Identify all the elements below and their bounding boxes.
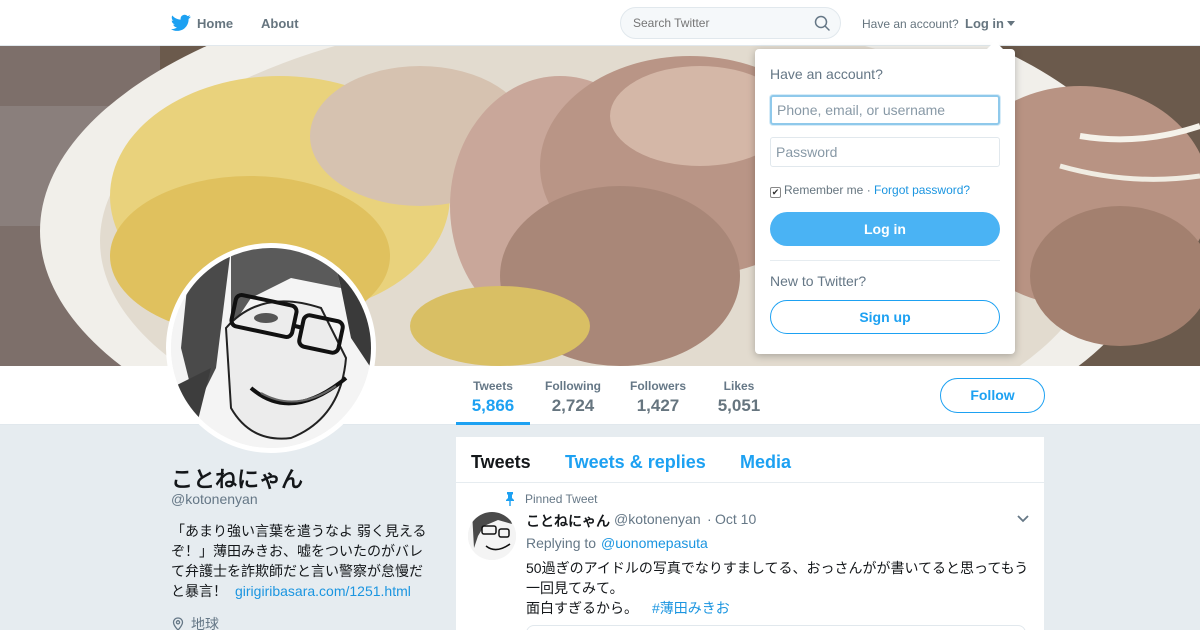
tweet-text-line: 面白すぎるから。 #薄田みきお [526,598,1041,618]
tweet-avatar[interactable] [468,512,516,560]
replying-to-label: Replying to [526,535,597,551]
bio-link[interactable]: girigiribasara.com/1251.html [235,583,411,599]
tweet-author-name[interactable]: ことねにゃん [526,511,610,531]
login-dropdown-toggle[interactable]: Log in [965,16,1015,31]
tweet-media-preview[interactable] [526,625,1026,630]
avatar-illustration [171,248,371,448]
remember-row: ✔ Remember me · Forgot password? [770,183,970,198]
password-field[interactable] [770,137,1000,167]
pinned-tweet-label: Pinned Tweet [525,492,598,506]
chevron-down-icon [1007,21,1015,26]
avatar[interactable] [166,243,376,453]
search-icon[interactable] [814,15,830,31]
stat-value: 2,724 [551,396,595,415]
stat-label: Likes [723,379,755,393]
tab-tweets-replies[interactable]: Tweets & replies [565,452,706,473]
twitter-bird-icon[interactable] [171,14,191,32]
tweet-separator: · [707,511,712,527]
tab-tweets[interactable]: Tweets [471,452,531,473]
profile-name: ことねにゃん [171,467,304,492]
stat-label: Tweets [473,379,513,393]
stat-value: 5,051 [717,396,761,415]
pin-icon [506,492,514,506]
timeline-tabs: Tweets Tweets & replies Media [456,437,1044,483]
stat-value: 5,866 [471,396,515,415]
nav-about-link[interactable]: About [261,16,299,31]
tweet-text-fragment: 面白すぎるから。 [526,600,638,616]
login-popup-title: Have an account? [770,66,883,82]
remember-label[interactable]: Remember me [784,183,863,197]
location-icon [172,617,184,630]
tweet-text: 50過ぎのアイドルの写真でなりすましてる、おっさんがが書いてると思ってもう一回見… [526,558,1041,618]
tab-media[interactable]: Media [740,452,791,473]
remember-separator: · [866,183,871,197]
profile-bio: 「あまり強い言葉を遣うなよ 弱く見えるぞ！」薄田みきお、嘘をついたのがバレて弁護… [171,521,431,601]
location-text: 地球 [191,616,219,630]
stat-following[interactable]: Following 2,724 [538,366,608,425]
stat-value: 1,427 [636,396,680,415]
tweet-date[interactable]: Oct 10 [715,511,756,527]
profile-handle[interactable]: @kotonenyan [171,491,258,507]
chevron-down-icon[interactable] [1017,515,1029,523]
new-to-twitter-label: New to Twitter? [770,273,867,289]
stat-likes[interactable]: Likes 5,051 [708,366,770,425]
tweet-author-handle[interactable]: @kotonenyan [614,511,701,527]
stat-label: Followers [629,379,686,393]
login-dropdown: Have an account? ✔Remember me · Forgot p… [755,41,1015,354]
tweet-avatar-illustration [468,512,516,560]
username-field[interactable] [770,95,1000,125]
stat-followers[interactable]: Followers 1,427 [622,366,694,425]
replying-to-user[interactable]: @uonomepasuta [601,535,708,551]
popup-divider [770,260,1000,261]
search-box[interactable] [620,7,841,39]
profile-location: 地球 [171,614,219,630]
timeline: Tweets Tweets & replies Media Pinned Twe… [456,437,1044,630]
tweet-hashtag[interactable]: #薄田みきお [652,600,730,616]
stat-label: Following [545,379,601,393]
login-button[interactable]: Log in [770,212,1000,246]
top-nav: Home About Have an account? Log in [0,0,1200,46]
signup-button[interactable]: Sign up [770,300,1000,334]
stat-tweets[interactable]: Tweets 5,866 [456,366,530,425]
search-input[interactable] [633,16,803,30]
forgot-password-link[interactable]: Forgot password? [874,183,970,197]
checkbox-checked-icon[interactable]: ✔ [770,187,781,198]
nav-home-link[interactable]: Home [197,16,233,31]
follow-button[interactable]: Follow [940,378,1045,413]
login-toggle-label: Log in [965,16,1004,31]
tweet-text-line: 50過ぎのアイドルの写真でなりすましてる、おっさんがが書いてると思ってもう一回見… [526,560,1029,596]
popup-arrow [987,41,1003,49]
have-account-text: Have an account? [862,17,959,31]
